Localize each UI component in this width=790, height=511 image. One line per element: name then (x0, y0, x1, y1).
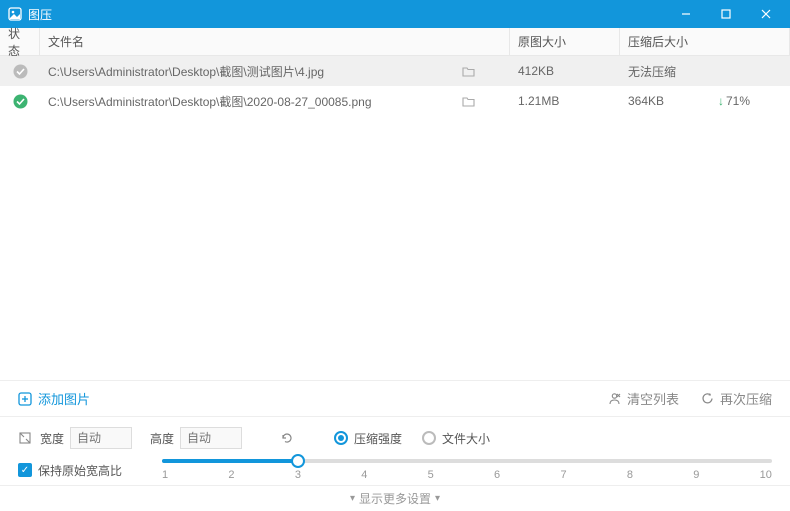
app-icon (8, 7, 22, 21)
titlebar: 图压 (0, 0, 790, 28)
add-image-label: 添加图片 (38, 389, 90, 408)
clear-list-label: 清空列表 (627, 389, 679, 408)
close-button[interactable] (746, 0, 786, 28)
header-original-size: 原图大小 (510, 28, 620, 55)
chevron-down-icon: ▾ (350, 493, 355, 504)
slider-thumb[interactable] (291, 454, 305, 468)
radio-filesize[interactable]: 文件大小 (422, 430, 490, 447)
recompress-label: 再次压缩 (720, 389, 772, 408)
slider-tick: 9 (693, 469, 699, 481)
slider-tick: 8 (627, 469, 633, 481)
minimize-button[interactable] (666, 0, 706, 28)
table-row[interactable]: C:\Users\Administrator\Desktop\截图\测试图片\4… (0, 56, 790, 86)
radio-filesize-label: 文件大小 (442, 430, 490, 447)
controls-panel: 宽度 高度 压缩强度 文件大小 ✓ 保持原始宽高比 (0, 416, 790, 485)
header-compressed-size: 压缩后大小 (620, 28, 790, 55)
table-header: 状态 文件名 原图大小 压缩后大小 (0, 28, 790, 56)
slider-tick: 2 (228, 469, 234, 481)
mode-radios: 压缩强度 文件大小 (334, 430, 490, 447)
plus-icon (18, 392, 32, 406)
clear-icon (608, 392, 621, 405)
radio-circle-icon (422, 431, 436, 445)
compression-percent: ↓71% (710, 94, 790, 108)
slider-tick: 6 (494, 469, 500, 481)
status-icon (0, 94, 40, 109)
width-input[interactable] (70, 427, 132, 449)
open-folder-icon[interactable] (462, 65, 502, 78)
compressed-size: 364KB (620, 94, 710, 108)
add-image-button[interactable]: 添加图片 (18, 389, 90, 408)
radio-strength[interactable]: 压缩强度 (334, 430, 402, 447)
resize-icon (18, 431, 34, 445)
chevron-down-icon: ▾ (435, 493, 440, 504)
maximize-button[interactable] (706, 0, 746, 28)
refresh-icon (701, 392, 714, 405)
original-size: 412KB (510, 64, 620, 78)
app-title: 图压 (28, 6, 666, 23)
header-status: 状态 (0, 28, 40, 55)
slider-tick: 3 (295, 469, 301, 481)
original-size: 1.21MB (510, 94, 620, 108)
width-label: 宽度 (40, 430, 64, 447)
keep-ratio-checkbox[interactable]: ✓ 保持原始宽高比 (18, 462, 122, 479)
show-more-settings[interactable]: ▾ 显示更多设置 ▾ (0, 485, 790, 511)
file-list: C:\Users\Administrator\Desktop\截图\测试图片\4… (0, 56, 790, 380)
slider-tick: 10 (760, 469, 772, 481)
file-path: C:\Users\Administrator\Desktop\截图\2020-0… (48, 93, 462, 110)
height-group: 高度 (150, 427, 242, 449)
height-label: 高度 (150, 430, 174, 447)
status-icon (0, 64, 40, 79)
clear-list-button[interactable]: 清空列表 (608, 389, 679, 408)
height-input[interactable] (180, 427, 242, 449)
show-more-label: 显示更多设置 (359, 490, 431, 507)
keep-ratio-label: 保持原始宽高比 (38, 462, 122, 479)
action-bar: 添加图片 清空列表 再次压缩 (0, 380, 790, 416)
radio-strength-label: 压缩强度 (354, 430, 402, 447)
table-row[interactable]: C:\Users\Administrator\Desktop\截图\2020-0… (0, 86, 790, 116)
radio-circle-icon (334, 431, 348, 445)
recompress-button[interactable]: 再次压缩 (701, 389, 772, 408)
slider-tick: 7 (560, 469, 566, 481)
compressed-size: 无法压缩 (620, 63, 710, 80)
down-arrow-icon: ↓ (718, 94, 724, 108)
slider-tick: 4 (361, 469, 367, 481)
check-icon: ✓ (18, 463, 32, 477)
slider-ticks: 1 2 3 4 5 6 7 8 9 10 (162, 469, 772, 481)
reset-icon[interactable] (280, 431, 294, 445)
header-filename: 文件名 (40, 28, 510, 55)
strength-slider[interactable]: 1 2 3 4 5 6 7 8 9 10 (162, 459, 772, 481)
open-folder-icon[interactable] (462, 95, 502, 108)
slider-tick: 5 (428, 469, 434, 481)
slider-tick: 1 (162, 469, 168, 481)
width-group: 宽度 (18, 427, 132, 449)
file-path: C:\Users\Administrator\Desktop\截图\测试图片\4… (48, 63, 462, 80)
